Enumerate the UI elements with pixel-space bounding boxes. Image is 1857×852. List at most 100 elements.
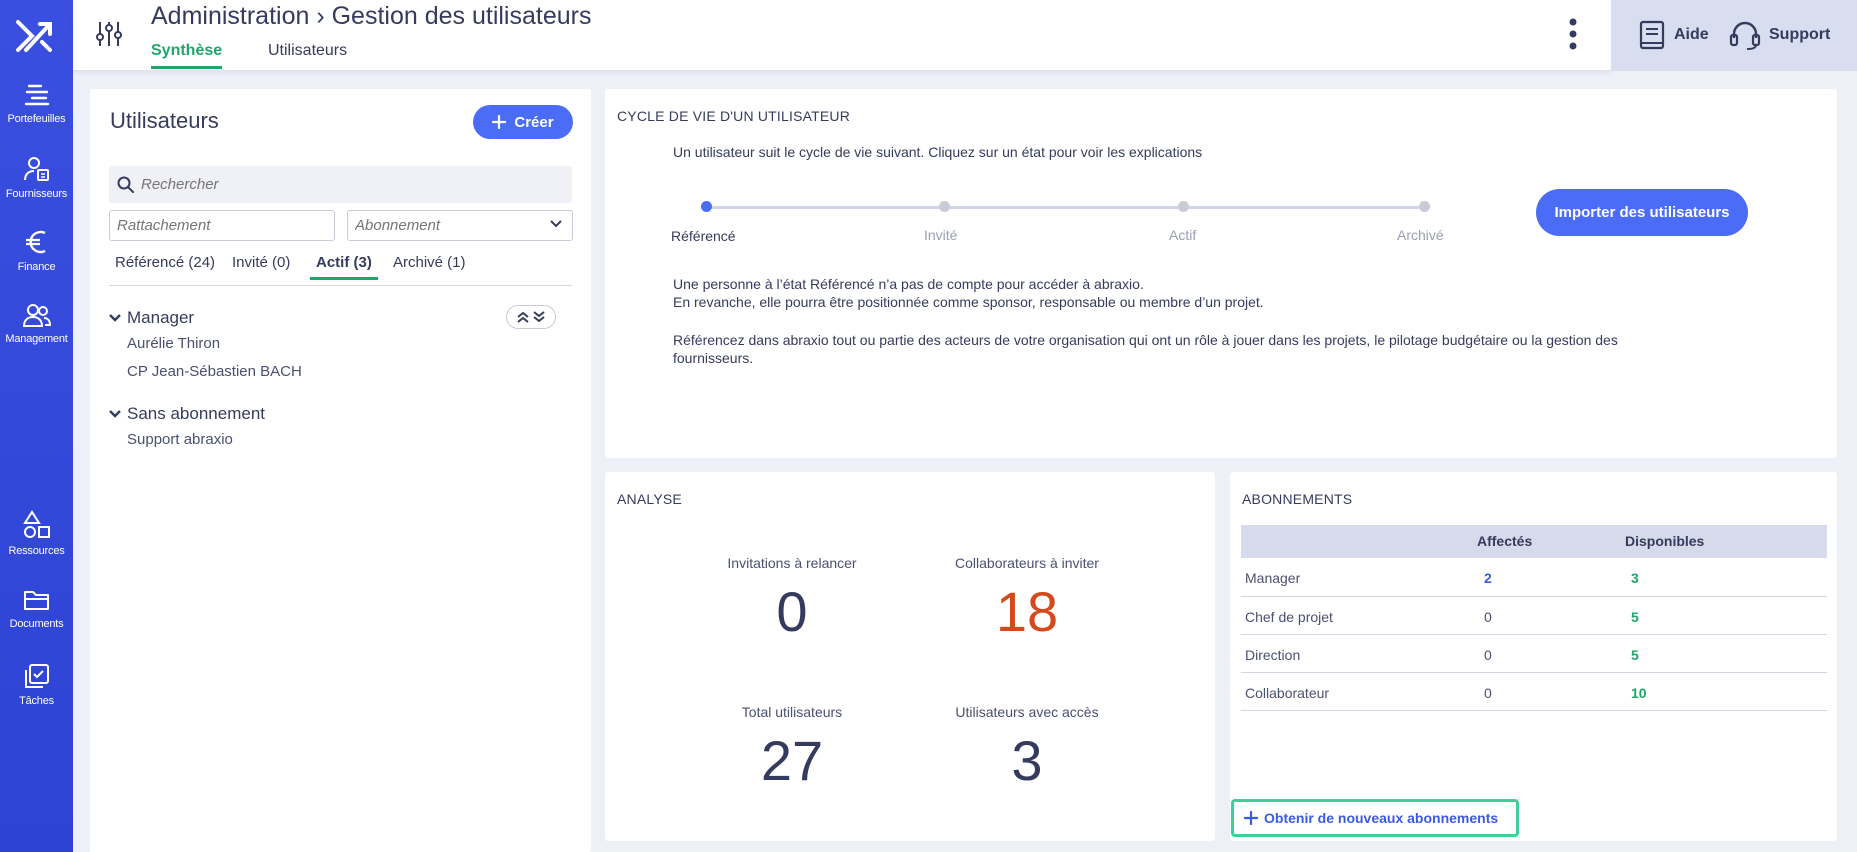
nav-item-fournisseurs[interactable]: Fournisseurs [0,155,73,200]
tab-utilisateurs[interactable]: Utilisateurs [268,42,347,66]
book-icon [1639,20,1665,50]
nav-item-label: Documents [9,618,64,630]
supplier-icon [23,157,49,181]
tasks-icon [24,664,49,688]
stat-label-invitations: Invitations à relancer [727,555,857,571]
abonnements-table-header: Affectés Disponibles [1241,525,1827,558]
group-sans-abonnement[interactable]: Sans abonnement [109,404,265,424]
list-item[interactable]: CP Jean-Sébastien BACH [127,363,302,380]
table-row: Collaborateur 0 10 [1241,674,1827,711]
nav-item-documents[interactable]: Documents [0,587,73,630]
help-button[interactable]: Aide [1638,20,1709,50]
chevron-down-icon [109,314,121,322]
lifecycle-state-dot-archive[interactable] [1419,201,1430,212]
tab-synthese[interactable]: Synthèse [151,42,223,69]
search-input[interactable] [109,166,572,203]
subscription-name: Collaborateur [1245,685,1330,701]
plus-icon [492,115,507,129]
help-label: Aide [1674,26,1709,43]
stat-value-collaborateurs[interactable]: 18 [927,582,1127,642]
portfolio-icon [24,84,49,106]
create-user-button[interactable]: Créer [473,105,573,139]
chevron-down-icon[interactable] [550,220,562,228]
get-subscriptions-label: Obtenir de nouveaux abonnements [1264,810,1499,826]
group-name: Manager [127,308,195,327]
status-tab-invite[interactable]: Invité (0) [232,254,290,277]
more-options-icon[interactable] [1568,17,1578,51]
affectes-value: 0 [1484,647,1492,663]
list-item[interactable]: Support abraxio [127,431,233,448]
disponibles-value: 5 [1631,647,1639,663]
nav-item-portefeuilles[interactable]: Portefeuilles [0,82,73,125]
table-row: Chef de projet 0 5 [1241,598,1827,635]
page-header: Administration › Gestion des utilisateur… [73,0,1611,71]
nav-item-label: Tâches [19,695,54,707]
disponibles-value: 5 [1631,609,1639,625]
affectes-value: 0 [1484,609,1492,625]
lifecycle-state-invite[interactable]: Invité [924,227,957,243]
rattachement-field[interactable] [109,210,335,241]
lifecycle-state-dot-reference[interactable] [701,201,712,212]
abraxio-logo[interactable] [14,14,58,58]
users-panel-title: Utilisateurs [110,108,219,133]
shapes-icon [22,510,50,538]
nav-item-ressources[interactable]: Ressources [0,510,73,557]
column-header-affectes: Affectés [1477,533,1533,549]
subscription-name: Chef de projet [1245,609,1333,625]
lifecycle-description-line: fournisseurs. [673,350,754,366]
page-title: Administration › Gestion des utilisateur… [151,2,592,30]
search-icon [117,176,134,193]
header-help-area: Aide Support [1611,0,1857,71]
stat-value-invitations: 0 [776,580,808,643]
users-panel: Utilisateurs Créer Référencé (24) Invité… [90,89,591,852]
group-manager[interactable]: Manager [109,308,194,328]
disponibles-value: 3 [1631,570,1639,586]
stat-label-collaborateurs: Collaborateurs à inviter [955,555,1099,571]
affectes-value: 0 [1484,685,1492,701]
get-subscriptions-link[interactable]: Obtenir de nouveaux abonnements [1231,799,1519,837]
column-header-disponibles: Disponibles [1625,533,1705,549]
list-item[interactable]: Aurélie Thiron [127,335,220,352]
stat-label-total: Total utilisateurs [741,704,843,720]
create-user-label: Créer [514,113,554,131]
lifecycle-intro: Un utilisateur suit le cycle de vie suiv… [673,144,1203,160]
nav-item-label: Management [5,333,68,345]
nav-item-label: Portefeuilles [7,113,66,125]
nav-item-management[interactable]: Management [0,302,73,345]
analyse-panel: ANALYSE Invitations à relancer 0 Collabo… [605,472,1215,841]
subscription-name: Direction [1245,647,1301,663]
nav-item-finance[interactable]: Finance [0,228,73,273]
group-name: Sans abonnement [127,404,265,423]
lifecycle-state-dot-actif[interactable] [1178,201,1189,212]
support-label: Support [1769,26,1831,43]
settings-sliders-icon[interactable] [96,20,122,48]
stat-value-access: 3 [1011,729,1043,792]
lifecycle-title: CYCLE DE VIE D'UN UTILISATEUR [617,108,851,124]
nav-item-label: Finance [17,261,56,273]
abonnement-select[interactable] [347,210,573,241]
status-tab-archive[interactable]: Archivé (1) [393,254,466,277]
lifecycle-description-line: En revanche, elle pourra être positionné… [673,294,1264,310]
lifecycle-state-actif[interactable]: Actif [1169,227,1196,243]
euro-icon [25,230,46,254]
chevrons-up-icon [517,311,529,323]
status-tab-actif[interactable]: Actif (3) [310,254,378,280]
affectes-value[interactable]: 2 [1484,570,1492,586]
subscription-name: Manager [1245,570,1301,586]
lifecycle-state-archive[interactable]: Archivé [1397,227,1444,243]
lifecycle-state-dot-invite[interactable] [939,201,950,212]
support-button[interactable]: Support [1729,20,1830,50]
nav-item-label: Fournisseurs [5,188,68,200]
expand-collapse-toggle[interactable] [506,305,556,329]
status-tabs: Référencé (24) Invité (0) Actif (3) Arch… [109,254,572,286]
disponibles-value: 10 [1631,685,1647,701]
plus-icon [1244,811,1258,825]
nav-item-taches[interactable]: Tâches [0,662,73,707]
status-tab-reference[interactable]: Référencé (24) [115,254,215,277]
headset-icon [1729,21,1761,50]
lifecycle-state-reference[interactable]: Référencé [671,228,736,244]
lifecycle-panel: CYCLE DE VIE D'UN UTILISATEUR Un utilisa… [605,89,1837,458]
chevron-down-icon [109,410,121,418]
import-users-button[interactable]: Importer des utilisateurs [1536,189,1748,236]
chevrons-down-icon [533,311,545,323]
